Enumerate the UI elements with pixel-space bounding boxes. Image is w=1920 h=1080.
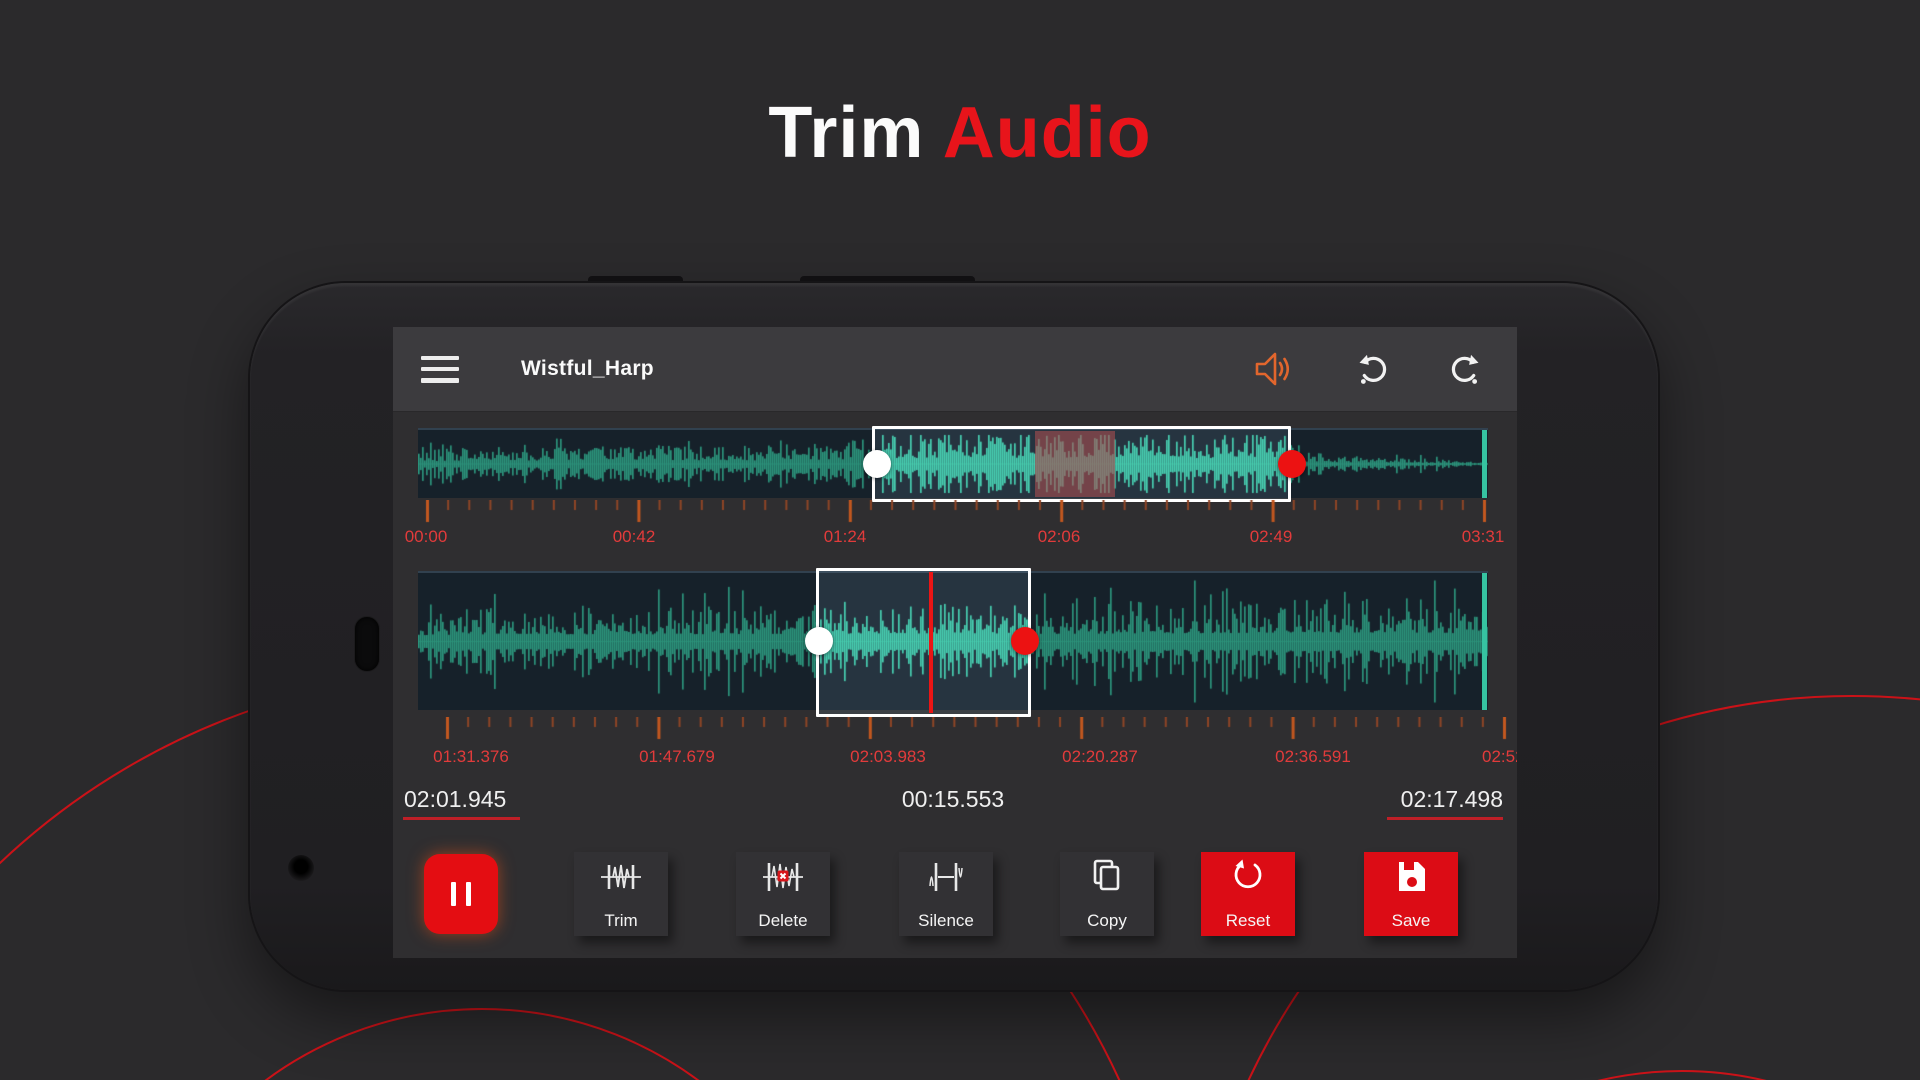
overview-ruler-labels: 00:00 00:42 01:24 02:06 02:49 03:31 [418, 527, 1517, 549]
zoom-trim-end-handle[interactable] [1011, 627, 1039, 655]
ruler-label: 01:31.376 [433, 747, 509, 767]
silence-icon [924, 857, 968, 897]
save-button[interactable]: Save [1364, 852, 1458, 936]
zoom-ruler-ticks [418, 717, 1517, 743]
toolbar-icons [1253, 349, 1483, 389]
delete-button[interactable]: Delete [736, 852, 830, 936]
page-title-red: Audio [943, 93, 1152, 173]
silence-label: Silence [918, 911, 974, 931]
ruler-label: 02:52.8 [1482, 747, 1517, 767]
reset-icon [1228, 857, 1268, 897]
page-title-white: Trim [768, 93, 924, 173]
end-time-underline [1387, 817, 1503, 820]
copy-button[interactable]: Copy [1060, 852, 1154, 936]
hamburger-icon [421, 356, 459, 361]
trim-label: Trim [604, 911, 637, 931]
overview-trim-end-handle[interactable] [1278, 450, 1306, 478]
copy-icon [1087, 857, 1127, 897]
reset-label: Reset [1226, 911, 1270, 931]
ruler-label: 01:24 [824, 527, 867, 547]
zoom-selection-box[interactable] [816, 568, 1031, 717]
save-label: Save [1392, 911, 1431, 931]
start-time-underline [403, 817, 520, 820]
pause-icon [446, 882, 476, 906]
selection-end-time: 02:17.498 [1401, 786, 1503, 813]
trim-button[interactable]: Trim [574, 852, 668, 936]
page-background: Trim Audio Wistful_Harp [0, 0, 1920, 1080]
overview-track-end-marker [1482, 430, 1487, 498]
overview-trim-start-handle[interactable] [863, 450, 891, 478]
overview-selection-box[interactable] [872, 426, 1291, 502]
redo-icon[interactable] [1449, 351, 1483, 387]
ruler-label: 02:06 [1038, 527, 1081, 547]
save-icon [1391, 857, 1431, 897]
zoom-ruler-labels: 01:31.376 01:47.679 02:03.983 02:20.287 … [418, 747, 1517, 769]
volume-icon[interactable] [1253, 349, 1295, 389]
pause-button[interactable] [424, 854, 498, 934]
ruler-label: 02:03.983 [850, 747, 926, 767]
menu-button[interactable] [421, 356, 459, 383]
zoom-trim-start-handle[interactable] [805, 627, 833, 655]
silence-button[interactable]: Silence [899, 852, 993, 936]
zoom-track-end-marker [1482, 573, 1487, 710]
ruler-label: 02:49 [1250, 527, 1293, 547]
undo-icon[interactable] [1355, 351, 1389, 387]
page-title: Trim Audio [0, 92, 1920, 174]
app-toolbar: Wistful_Harp [393, 327, 1517, 411]
app-screen: Wistful_Harp [393, 327, 1517, 958]
ruler-label: 01:47.679 [639, 747, 715, 767]
file-title: Wistful_Harp [521, 357, 654, 381]
ruler-label: 02:20.287 [1062, 747, 1138, 767]
selection-duration: 00:15.553 [902, 786, 1004, 813]
zoom-playhead[interactable] [929, 572, 933, 713]
ruler-label: 02:36.591 [1275, 747, 1351, 767]
ruler-label: 03:31 [1462, 527, 1505, 547]
selection-start-time: 02:01.945 [404, 786, 506, 813]
reset-button[interactable]: Reset [1201, 852, 1295, 936]
phone-headphone-jack [288, 855, 314, 881]
copy-label: Copy [1087, 911, 1127, 931]
ruler-label: 00:42 [613, 527, 656, 547]
delete-icon [761, 857, 805, 897]
trim-icon [599, 857, 643, 897]
ruler-label: 00:00 [405, 527, 448, 547]
overview-ruler-ticks [418, 500, 1488, 526]
phone-camera [355, 617, 379, 671]
delete-label: Delete [758, 911, 807, 931]
